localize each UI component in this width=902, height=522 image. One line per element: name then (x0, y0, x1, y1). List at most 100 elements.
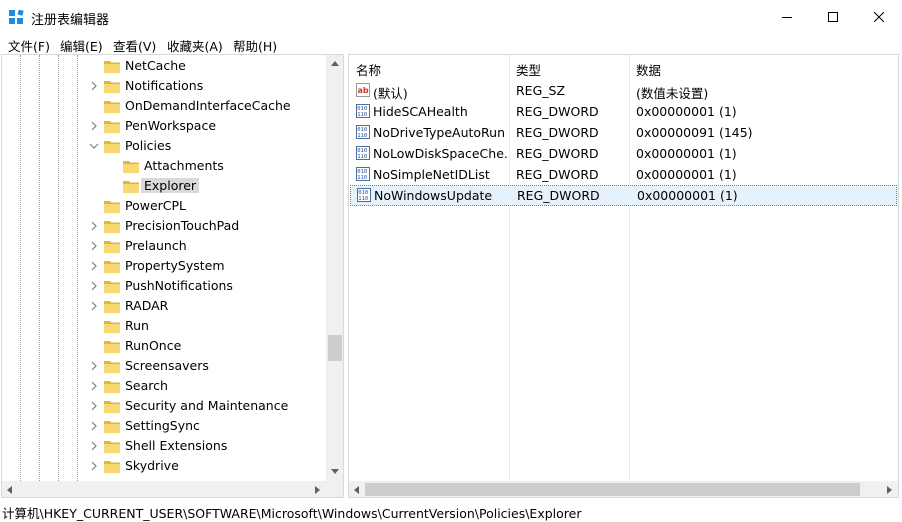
tree-item[interactable]: OnDemandInterfaceCache (2, 96, 326, 116)
scroll-up-icon[interactable] (331, 61, 339, 66)
tree-item[interactable]: PowerCPL (2, 196, 326, 216)
tree-item-label: Notifications (125, 78, 204, 93)
maximize-icon (828, 12, 838, 22)
tree-item[interactable]: Notifications (2, 76, 326, 96)
menu-favorites[interactable]: 收藏夹(A) (167, 36, 223, 55)
scrollbar-corner (326, 481, 343, 497)
value-data: (数值未设置) (636, 86, 709, 101)
value-name: NoWindowsUpdate (374, 188, 493, 203)
value-type: REG_DWORD (516, 167, 599, 182)
value-type: REG_DWORD (516, 104, 599, 119)
scroll-left-icon[interactable] (7, 486, 12, 494)
column-header-label: 类型 (516, 63, 542, 78)
folder-icon (104, 361, 120, 373)
chevron-right-icon[interactable] (89, 361, 99, 371)
key-tree: NetCache Notifications OnDemandInterfaceCa… (2, 55, 326, 481)
value-data: 0x00000001 (1) (637, 188, 738, 203)
chevron-right-icon[interactable] (89, 421, 99, 431)
menu-file[interactable]: 文件(F) (8, 36, 50, 55)
tree-item[interactable]: Explorer (2, 176, 326, 196)
tree-vertical-scrollbar[interactable] (326, 55, 343, 481)
svg-text:110: 110 (357, 175, 367, 181)
tree-item-label: PowerCPL (125, 198, 187, 213)
value-row[interactable]: 010 110 NoWindowsUpdate REG_DWORD 0x00000001… (350, 185, 897, 206)
folder-icon (123, 181, 139, 193)
column-header-type[interactable]: 类型 (509, 55, 629, 79)
value-name: NoDriveTypeAutoRun (373, 125, 506, 140)
column-header-data[interactable]: 数据 (629, 55, 898, 79)
chevron-right-icon[interactable] (89, 261, 99, 271)
value-type: REG_DWORD (516, 125, 599, 140)
chevron-right-icon[interactable] (89, 281, 99, 291)
value-row[interactable]: ab (默认) REG_SZ (数值未设置) (349, 80, 898, 101)
tree-item[interactable]: RunOnce (2, 336, 326, 356)
tree-item[interactable]: PropertySystem (2, 256, 326, 276)
folder-icon (104, 141, 120, 153)
svg-text:110: 110 (357, 112, 367, 118)
tree-item[interactable]: Prelaunch (2, 236, 326, 256)
tree-item-label: Screensavers (125, 358, 209, 373)
svg-text:110: 110 (357, 154, 367, 160)
value-row[interactable]: 010 110 NoSimpleNetIDList REG_DWORD 0x000000… (349, 164, 898, 185)
tree-item[interactable]: Shell Extensions (2, 436, 326, 456)
tree-horizontal-scrollbar[interactable] (2, 481, 326, 497)
tree-item[interactable]: Run (2, 316, 326, 336)
value-type: REG_DWORD (517, 188, 600, 203)
folder-icon (104, 81, 120, 93)
tree-item[interactable]: Search (2, 376, 326, 396)
tree-item[interactable]: RADAR (2, 296, 326, 316)
scroll-right-icon[interactable] (315, 486, 320, 494)
status-bar: 计算机\HKEY_CURRENT_USER\SOFTWARE\Microsoft… (0, 500, 902, 521)
tree-item[interactable]: Policies (2, 136, 326, 156)
chevron-down-icon[interactable] (89, 141, 99, 151)
scroll-right-icon[interactable] (887, 486, 892, 494)
value-row[interactable]: 010 110 NoDriveTypeAutoRun REG_DWORD 0x00000… (349, 122, 898, 143)
value-name: NoSimpleNetIDList (373, 167, 490, 182)
tree-item[interactable]: Attachments (2, 156, 326, 176)
chevron-right-icon[interactable] (89, 401, 99, 411)
chevron-right-icon[interactable] (89, 121, 99, 131)
maximize-button[interactable] (810, 0, 856, 34)
list-scroll-thumb[interactable] (365, 483, 860, 496)
value-row[interactable]: 010 110 NoLowDiskSpaceChe... REG_DWORD 0x000… (349, 143, 898, 164)
key-tree-pane: NetCache Notifications OnDemandInterfaceCa… (1, 54, 344, 498)
chevron-right-icon[interactable] (89, 301, 99, 311)
tree-scroll-thumb[interactable] (328, 335, 342, 361)
tree-item[interactable]: NetCache (2, 56, 326, 76)
value-type: REG_SZ (516, 83, 566, 98)
window-title: 注册表编辑器 (31, 13, 110, 28)
tree-item[interactable]: Security and Maintenance (2, 396, 326, 416)
tree-item[interactable]: SettingSync (2, 416, 326, 436)
menu-view[interactable]: 查看(V) (113, 36, 156, 55)
title-bar[interactable]: 注册表编辑器 (0, 0, 902, 34)
chevron-right-icon[interactable] (89, 81, 99, 91)
column-header-label: 数据 (636, 63, 662, 78)
chevron-right-icon[interactable] (89, 461, 99, 471)
column-header-name[interactable]: 名称 (349, 55, 509, 79)
tree-item-label: Prelaunch (125, 238, 187, 253)
tree-item[interactable]: Skydrive (2, 456, 326, 476)
tree-item[interactable]: PenWorkspace (2, 116, 326, 136)
tree-item-label: Skydrive (125, 458, 179, 473)
close-button[interactable] (856, 0, 902, 34)
chevron-right-icon[interactable] (89, 381, 99, 391)
menu-help[interactable]: 帮助(H) (233, 36, 277, 55)
scroll-down-icon[interactable] (331, 469, 339, 474)
tree-item[interactable]: Screensavers (2, 356, 326, 376)
tree-item[interactable]: PrecisionTouchPad (2, 216, 326, 236)
chevron-right-icon[interactable] (89, 441, 99, 451)
chevron-right-icon[interactable] (89, 221, 99, 231)
chevron-right-icon[interactable] (89, 241, 99, 251)
folder-icon (104, 261, 120, 273)
scroll-left-icon[interactable] (354, 486, 359, 494)
list-horizontal-scrollbar[interactable] (349, 481, 898, 497)
minimize-icon (782, 17, 792, 18)
tree-item-label: RunOnce (125, 338, 182, 353)
tree-item[interactable]: PushNotifications (2, 276, 326, 296)
binary-value-icon: 010110 (357, 188, 371, 202)
svg-text:110: 110 (357, 133, 367, 139)
folder-icon (104, 421, 120, 433)
menu-edit[interactable]: 编辑(E) (60, 36, 103, 55)
value-row[interactable]: 010 110 HideSCAHealth REG_DWORD 0x00000001 (… (349, 101, 898, 122)
minimize-button[interactable] (764, 0, 810, 34)
